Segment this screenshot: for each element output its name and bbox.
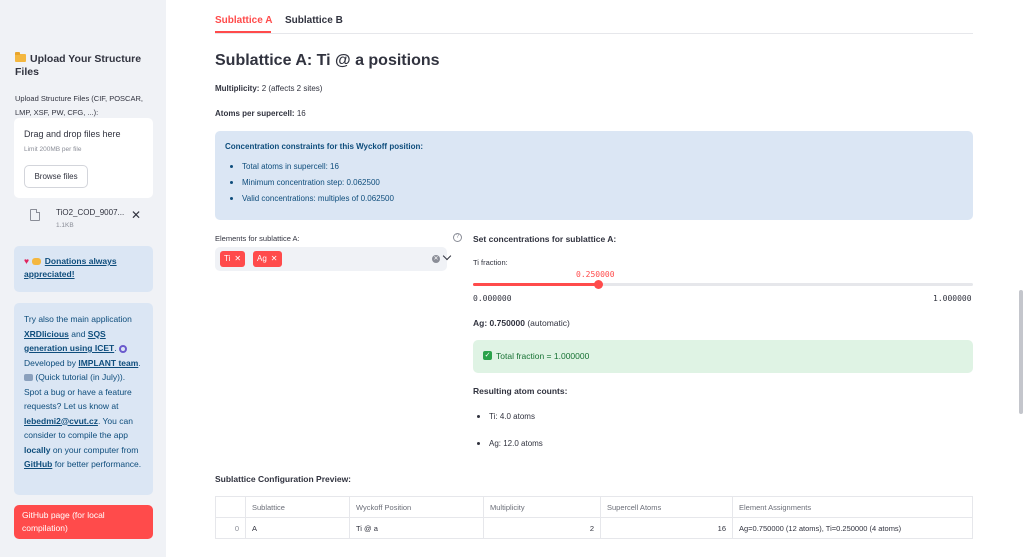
slider-fill	[473, 283, 598, 286]
list-item: Valid concentrations: multiples of 0.062…	[225, 193, 963, 209]
clear-all-icon[interactable]: ✕	[432, 255, 440, 263]
slider-min: 0.000000	[473, 294, 512, 303]
table-cell: A	[245, 517, 350, 539]
file-name: TiO2_COD_9007...	[56, 208, 125, 217]
tab-sublattice-b[interactable]: Sublattice B	[285, 15, 343, 26]
element-chip-ag[interactable]: Ag ✕	[253, 251, 282, 267]
target-icon	[118, 344, 127, 353]
preview-title: Sublattice Configuration Preview:	[215, 474, 352, 484]
info-text: on your computer from	[50, 444, 139, 455]
page-scrollbar[interactable]	[1019, 290, 1023, 414]
table-row: 0 A Ti @ a 2 16 Ag=0.750000 (12 atoms), …	[215, 517, 973, 539]
sidebar-title-text: Upload Your Structure Files	[15, 53, 142, 78]
list-item: Minimum concentration step: 0.062500	[225, 177, 963, 193]
column-header[interactable]: Element Assignments	[732, 496, 973, 518]
locally-text: locally	[24, 444, 51, 455]
check-icon: ✓	[483, 351, 492, 361]
help-icon[interactable]: ?	[453, 233, 462, 242]
atoms-label: Atoms per supercell:	[215, 109, 295, 118]
chip-label: Ag	[257, 254, 267, 263]
email-link[interactable]: lebedmi2@cvut.cz	[24, 416, 98, 426]
element-chip-ti[interactable]: Ti ✕	[220, 251, 246, 267]
table-header-row: Sublattice Wyckoff Position Multiplicity…	[215, 496, 973, 518]
page-title: Sublattice A: Ti @ a positions	[215, 52, 440, 69]
column-header[interactable]: Sublattice	[245, 496, 350, 518]
info-text: (Quick tutorial (in July)). Spot a bug o…	[24, 372, 132, 411]
github-page-button[interactable]: GitHub page (for local compilation)	[14, 505, 153, 539]
result-list: Ti: 4.0 atoms Ag: 12.0 atoms	[473, 411, 543, 465]
file-size: 1.1KB	[56, 222, 74, 229]
table-cell: 16	[600, 517, 733, 539]
upload-label: Upload Structure Files (CIF, POSCAR, LMP…	[15, 94, 143, 117]
total-fraction-text: Total fraction = 1.000000	[496, 351, 590, 361]
constraints-title: Concentration constraints for this Wycko…	[225, 142, 424, 151]
column-header[interactable]	[215, 496, 246, 518]
info-text: Try also the main application	[24, 314, 132, 324]
list-item: Ag: 12.0 atoms	[473, 438, 543, 465]
concentration-title: Set concentrations for sublattice A:	[473, 234, 617, 244]
preview-table: Sublattice Wyckoff Position Multiplicity…	[215, 496, 973, 539]
donate-box: ♥ Donations always appreciated!	[14, 246, 153, 292]
uploaded-file: TiO2_COD_9007... 1.1KB ✕	[14, 206, 153, 234]
ti-fraction-slider[interactable]	[473, 280, 973, 289]
info-text: and	[68, 328, 88, 339]
info-text: .	[138, 357, 141, 368]
remove-chip-icon[interactable]: ✕	[271, 254, 278, 263]
ag-fraction-label: Ag: 0.750000	[473, 318, 525, 328]
column-header[interactable]: Multiplicity	[483, 496, 601, 518]
heart-icon: ♥	[24, 256, 30, 266]
implant-team-link[interactable]: IMPLANT team	[78, 358, 138, 368]
github-link[interactable]: GitHub	[24, 459, 52, 469]
slider-thumb[interactable]	[594, 280, 603, 289]
info-text: Developed by	[24, 357, 79, 368]
total-fraction-box: ✓ Total fraction = 1.000000	[473, 340, 973, 373]
ti-fraction-label: Ti fraction:	[473, 258, 508, 267]
table-cell: Ti @ a	[349, 517, 484, 539]
chevron-down-icon[interactable]	[442, 251, 452, 261]
constraints-list: Total atoms in supercell: 16 Minimum con…	[225, 161, 963, 209]
file-icon	[30, 209, 40, 221]
multiplicity-line: Multiplicity: 2 (affects 2 sites)	[215, 84, 322, 93]
slider-max: 1.000000	[933, 294, 972, 303]
multiplicity-value: 2 (affects 2 sites)	[261, 84, 323, 93]
remove-file-icon[interactable]: ✕	[131, 209, 141, 221]
list-item: Total atoms in supercell: 16	[225, 161, 963, 177]
xrdlicious-link[interactable]: XRDlicious	[24, 329, 69, 339]
dropzone-title: Drag and drop files here	[24, 129, 121, 139]
main-content: Sublattice A Sublattice B Sublattice A: …	[166, 0, 1024, 557]
tab-bar: Sublattice A Sublattice B	[215, 0, 973, 34]
atoms-line: Atoms per supercell: 16	[215, 109, 306, 118]
list-item: Ti: 4.0 atoms	[473, 411, 543, 438]
browse-files-button[interactable]: Browse files	[24, 165, 88, 188]
file-dropzone[interactable]: Drag and drop files here Limit 200MB per…	[14, 118, 153, 198]
tab-sublattice-a[interactable]: Sublattice A	[215, 15, 272, 26]
table-cell: 2	[483, 517, 601, 539]
dropzone-limit: Limit 200MB per file	[24, 146, 82, 153]
column-header[interactable]: Supercell Atoms	[600, 496, 733, 518]
elements-label: Elements for sublattice A:	[215, 234, 300, 243]
sidebar-title: Upload Your Structure Files	[15, 52, 155, 79]
elements-multiselect[interactable]: Ti ✕ Ag ✕ ✕	[215, 247, 452, 271]
slider-value: 0.250000	[576, 270, 615, 279]
atoms-value: 16	[296, 109, 306, 118]
remove-chip-icon[interactable]: ✕	[234, 254, 241, 263]
chat-icon	[24, 374, 33, 382]
column-header[interactable]: Wyckoff Position	[349, 496, 484, 518]
chip-label: Ti	[224, 254, 231, 263]
table-cell: 0	[215, 517, 246, 539]
multiplicity-label: Multiplicity:	[215, 84, 260, 93]
active-tab-indicator	[215, 31, 271, 33]
info-text: for better performance.	[52, 459, 142, 469]
constraints-box: Concentration constraints for this Wycko…	[215, 131, 973, 220]
info-box: Try also the main application XRDlicious…	[14, 303, 153, 495]
hands-icon	[32, 258, 42, 266]
sidebar: Upload Your Structure Files Upload Struc…	[0, 0, 166, 557]
ag-fraction-suffix: (automatic)	[524, 318, 570, 328]
ag-fraction-line: Ag: 0.750000 (automatic)	[473, 318, 570, 328]
table-cell: Ag=0.750000 (12 atoms), Ti=0.250000 (4 a…	[732, 517, 973, 539]
folder-icon	[15, 52, 26, 62]
result-title: Resulting atom counts:	[473, 386, 568, 396]
